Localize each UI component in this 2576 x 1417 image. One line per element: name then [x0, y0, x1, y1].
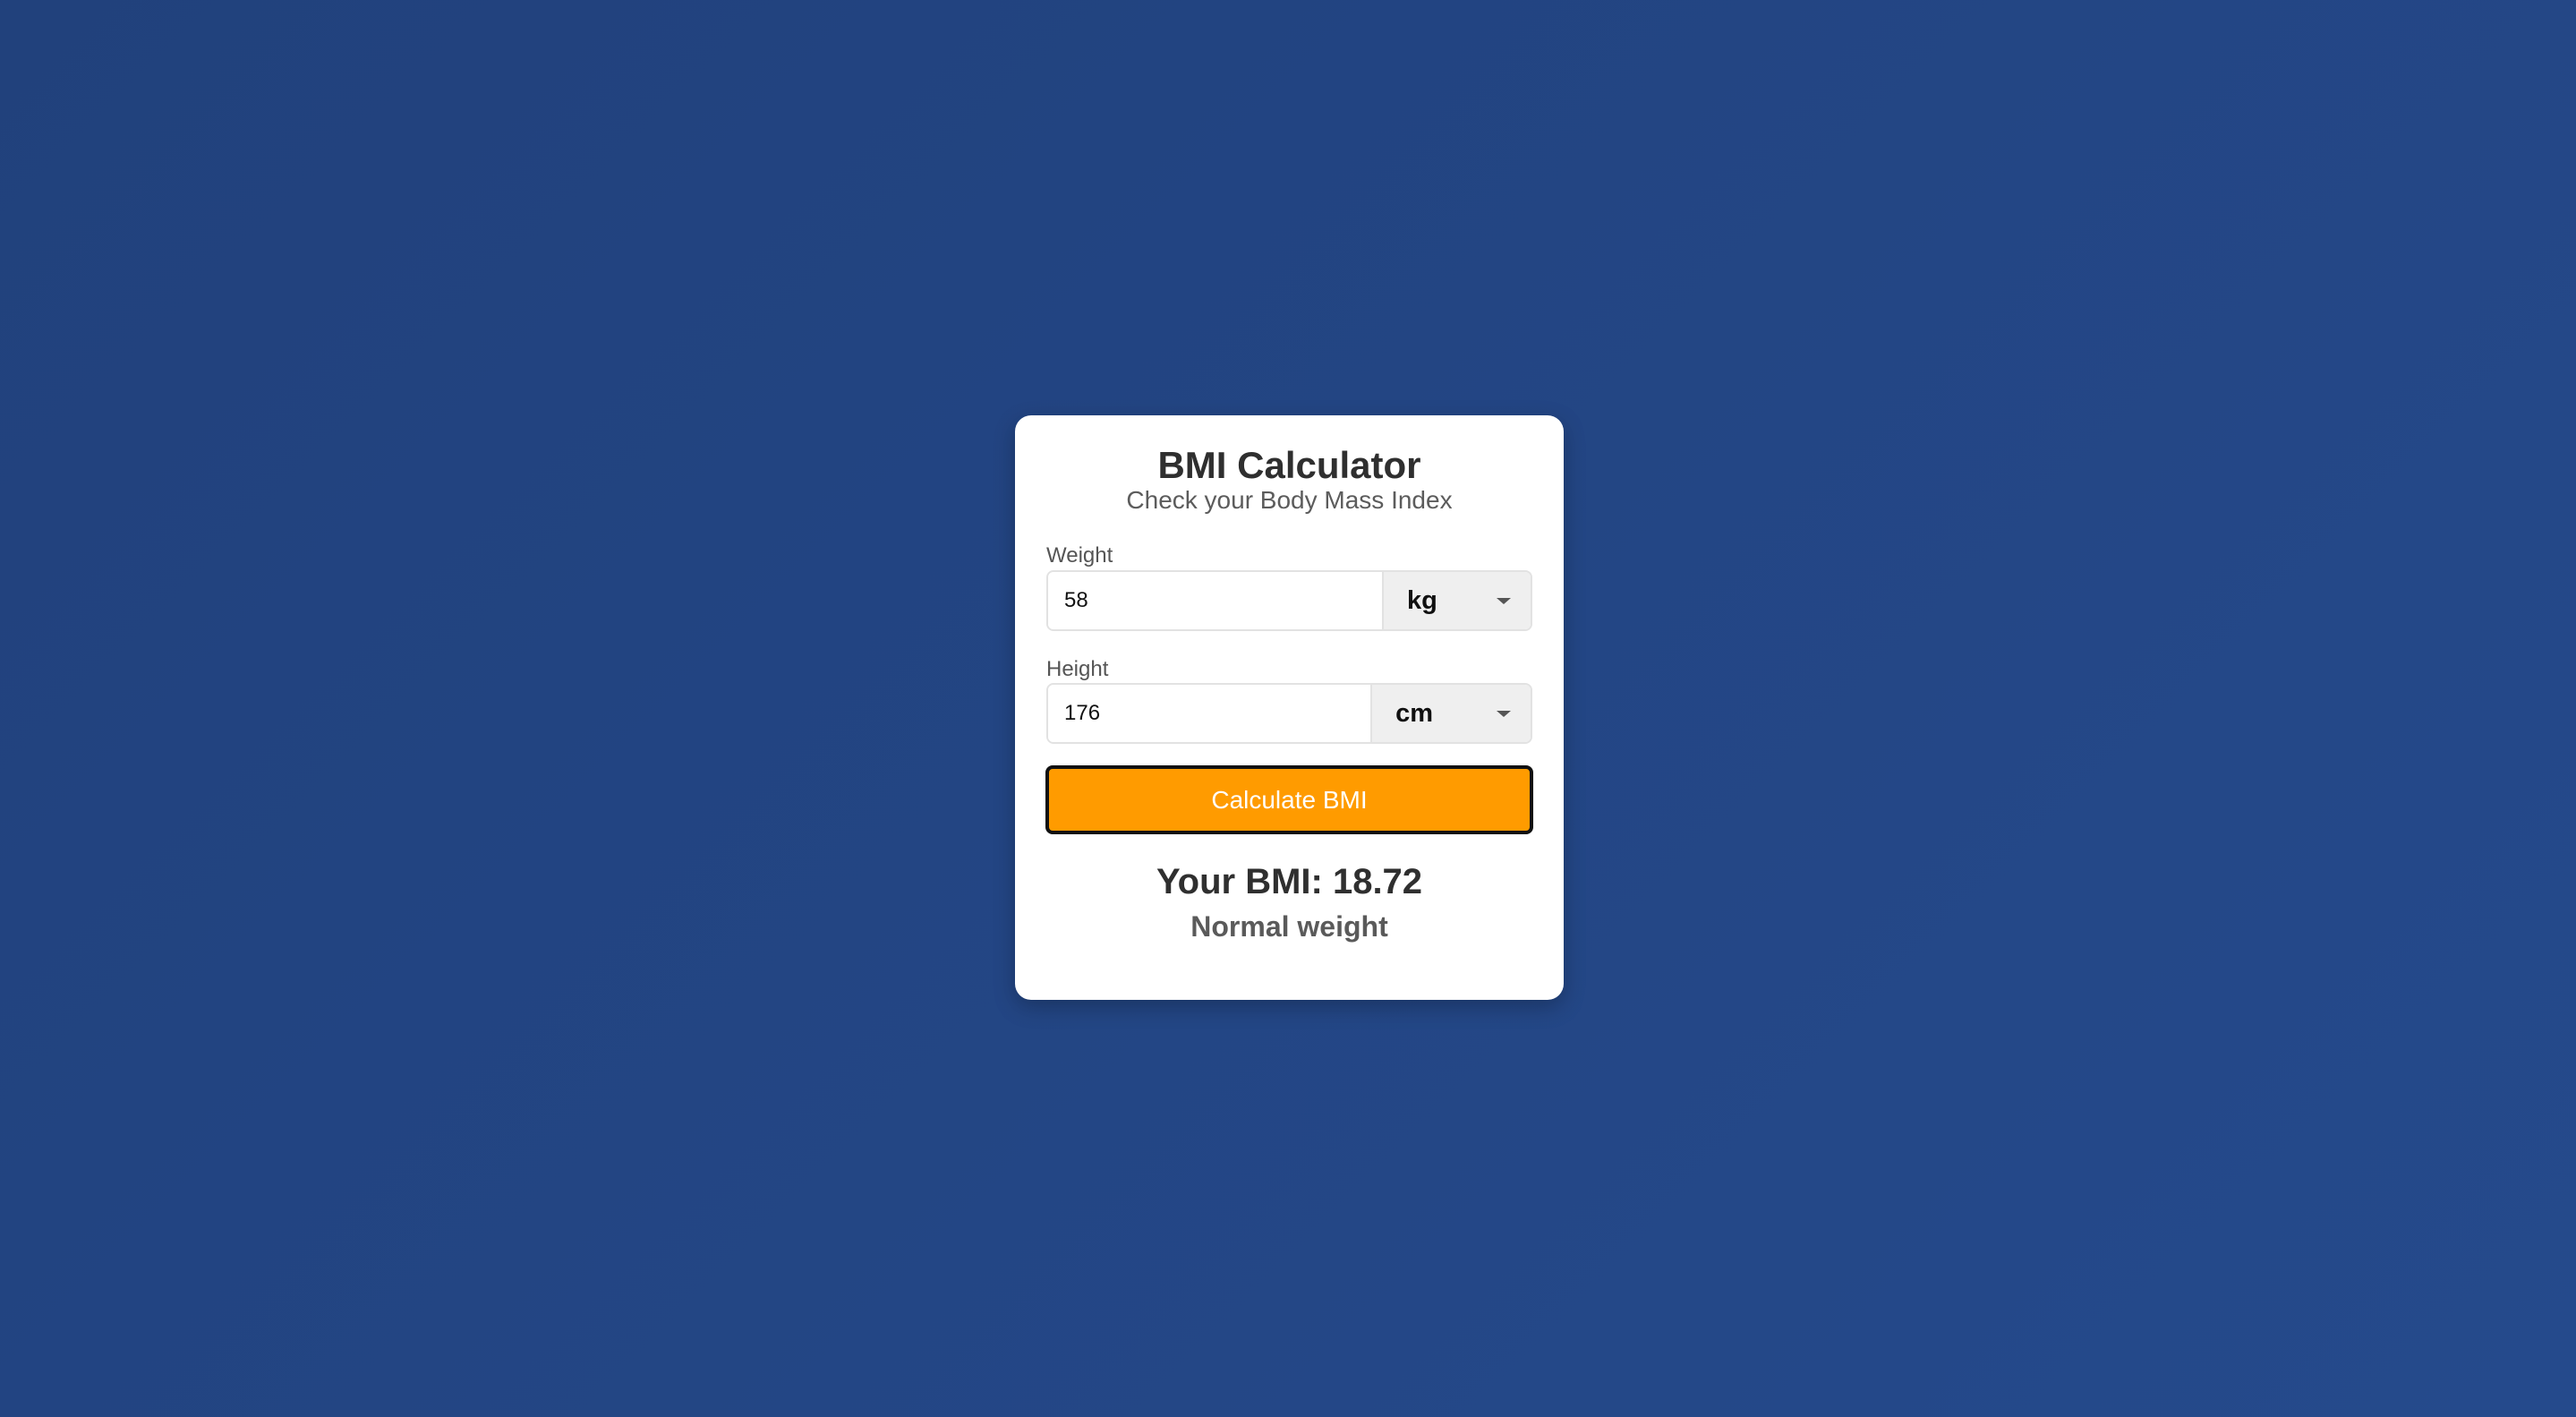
chevron-down-icon [1497, 710, 1511, 717]
page-title: BMI Calculator [1157, 444, 1421, 486]
bmi-card: BMI Calculator Check your Body Mass Inde… [1015, 415, 1564, 1000]
weight-input-group: kg [1046, 570, 1532, 631]
height-unit-value: cm [1395, 698, 1434, 728]
chevron-down-icon [1497, 597, 1511, 604]
weight-input[interactable] [1048, 572, 1383, 629]
weight-label: Weight [1046, 543, 1113, 568]
page-subtitle: Check your Body Mass Index [1126, 486, 1453, 514]
height-input[interactable] [1048, 685, 1371, 742]
bmi-category: Normal weight [1190, 910, 1388, 943]
height-input-group: cm [1046, 683, 1532, 744]
height-label: Height [1046, 657, 1109, 681]
bmi-result: Your BMI: 18.72 [1156, 862, 1423, 901]
weight-unit-value: kg [1407, 585, 1437, 615]
weight-unit-select[interactable]: kg [1382, 572, 1531, 629]
height-unit-select[interactable]: cm [1370, 685, 1531, 742]
calculate-bmi-button[interactable]: Calculate BMI [1045, 765, 1533, 834]
